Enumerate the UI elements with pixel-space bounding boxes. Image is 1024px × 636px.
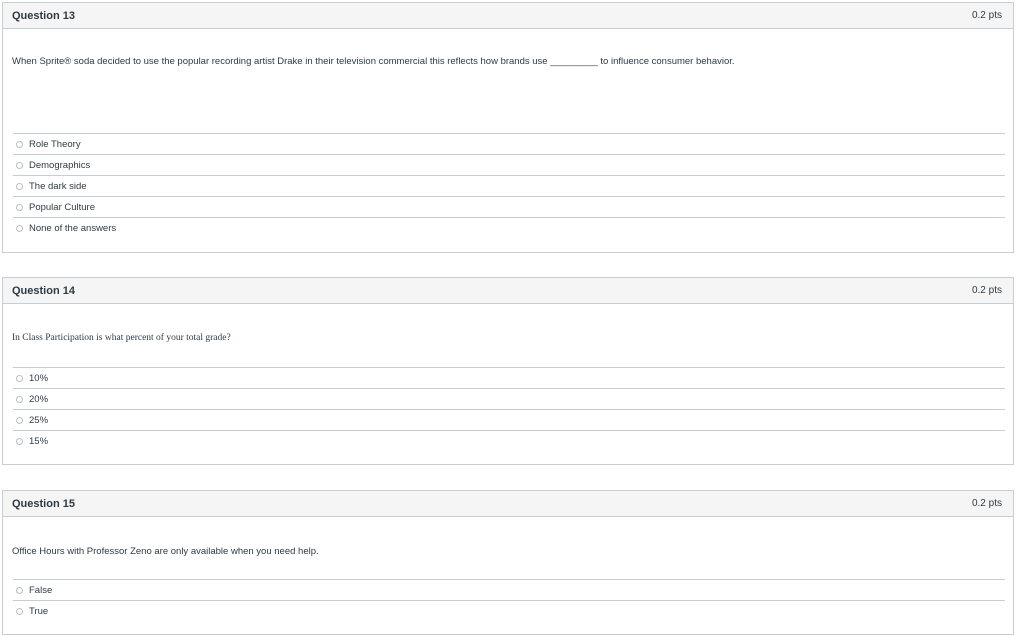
answer-option-role-theory[interactable]: Role Theory [13, 133, 1005, 154]
question-title: Question 14 [12, 284, 75, 297]
answer-option-20-percent[interactable]: 20% [13, 388, 1005, 409]
answer-option-10-percent[interactable]: 10% [13, 367, 1005, 388]
question-text: Office Hours with Professor Zeno are onl… [12, 546, 319, 557]
answer-option-true[interactable]: True [13, 600, 1005, 621]
radio-icon[interactable] [16, 203, 23, 211]
answer-label: Demographics [29, 159, 91, 171]
answer-option-demographics[interactable]: Demographics [13, 154, 1005, 175]
question-header: Question 15 0.2 pts [3, 491, 1013, 517]
answer-label: None of the answers [29, 222, 117, 234]
answer-label: 15% [29, 435, 49, 447]
answer-option-popular-culture[interactable]: Popular Culture [13, 196, 1005, 217]
answer-option-25-percent[interactable]: 25% [13, 409, 1005, 430]
question-points: 0.2 pts [971, 285, 1002, 296]
radio-icon[interactable] [16, 607, 23, 615]
answer-option-none-of-the-answers[interactable]: None of the answers [13, 217, 1005, 238]
radio-icon[interactable] [16, 374, 23, 382]
radio-icon[interactable] [16, 437, 23, 445]
radio-icon[interactable] [16, 395, 23, 403]
answer-label: False [29, 584, 53, 596]
radio-icon[interactable] [16, 224, 23, 232]
answer-label: The dark side [29, 180, 87, 192]
question-text: In Class Participation is what percent o… [12, 333, 231, 343]
question-header: Question 14 0.2 pts [3, 278, 1013, 304]
question-13: Question 13 0.2 pts When Sprite® soda de… [2, 2, 1014, 253]
answer-list: Role Theory Demographics The dark side P… [13, 133, 1005, 238]
answer-label: Role Theory [29, 138, 81, 150]
answer-list: False True [13, 579, 1005, 621]
radio-icon[interactable] [16, 161, 23, 169]
answer-label: 10% [29, 372, 49, 384]
answer-option-false[interactable]: False [13, 579, 1005, 600]
question-title: Question 15 [12, 497, 75, 510]
answer-list: 10% 20% 25% 15% [13, 367, 1005, 451]
answer-option-the-dark-side[interactable]: The dark side [13, 175, 1005, 196]
radio-icon[interactable] [16, 140, 23, 148]
answer-label: Popular Culture [29, 201, 96, 213]
radio-icon[interactable] [16, 416, 23, 424]
answer-label: 25% [29, 414, 49, 426]
question-title: Question 13 [12, 9, 75, 22]
question-14: Question 14 0.2 pts In Class Participati… [2, 277, 1014, 465]
answer-label: 20% [29, 393, 49, 405]
question-header: Question 13 0.2 pts [3, 3, 1013, 29]
radio-icon[interactable] [16, 182, 23, 190]
question-15: Question 15 0.2 pts Office Hours with Pr… [2, 490, 1014, 635]
question-points: 0.2 pts [971, 10, 1002, 21]
question-text: When Sprite® soda decided to use the pop… [12, 56, 735, 67]
answer-option-15-percent[interactable]: 15% [13, 430, 1005, 451]
answer-label: True [29, 605, 49, 617]
radio-icon[interactable] [16, 586, 23, 594]
question-points: 0.2 pts [971, 498, 1002, 509]
